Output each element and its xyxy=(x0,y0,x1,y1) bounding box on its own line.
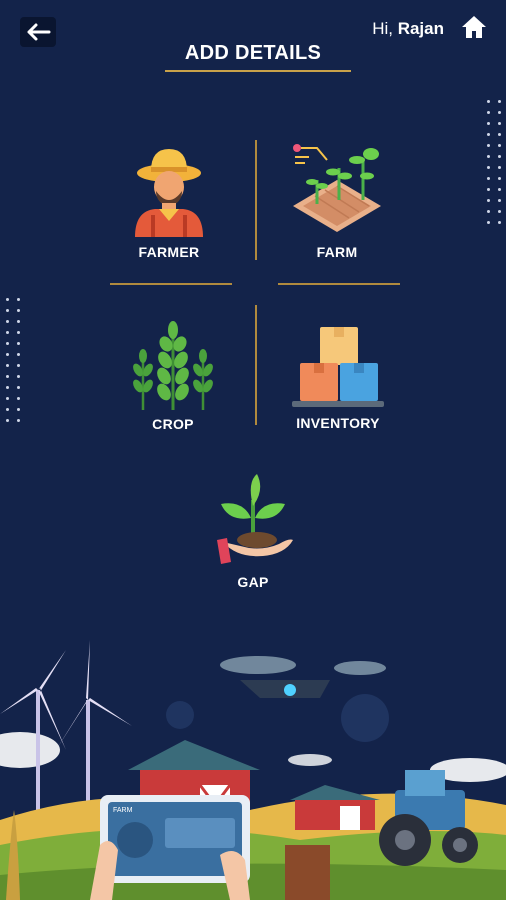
farm-illustration: FARM xyxy=(0,640,506,900)
greeting-text: Hi, xyxy=(372,19,393,38)
gap-tile[interactable]: GAP xyxy=(178,470,328,590)
inventory-tile[interactable]: INVENTORY xyxy=(263,325,413,431)
user-greeting: Hi, Rajan xyxy=(372,19,444,39)
user-name: Rajan xyxy=(397,19,444,38)
farm-label: FARM xyxy=(316,244,358,260)
divider-horizontal-right xyxy=(278,283,400,285)
barn-small xyxy=(290,785,380,830)
decorative-dots-left-2 xyxy=(17,298,20,430)
crop-wheat-icon xyxy=(133,321,213,410)
divider-vertical-top xyxy=(255,140,257,260)
crop-tile[interactable]: CROP xyxy=(98,320,248,432)
divider-vertical-bottom xyxy=(255,305,257,425)
divider-horizontal-left xyxy=(110,283,232,285)
farm-tile[interactable]: FARM xyxy=(262,140,412,260)
decorative-dots-left xyxy=(6,298,9,430)
inventory-label: INVENTORY xyxy=(296,415,380,431)
gap-label: GAP xyxy=(237,574,269,590)
home-icon[interactable] xyxy=(460,13,488,41)
plant-in-hand-icon xyxy=(217,474,293,564)
farmer-icon xyxy=(135,149,203,237)
decorative-dots-right xyxy=(487,100,490,232)
farm-plot-icon xyxy=(293,144,381,232)
page-title: ADD DETAILS xyxy=(184,42,322,64)
farmer-label: FARMER xyxy=(138,244,200,260)
drone xyxy=(220,656,386,698)
arrow-left-icon xyxy=(27,23,51,41)
title-underline xyxy=(165,70,351,72)
farmer-tile[interactable]: FARMER xyxy=(94,145,244,260)
decorative-dots-right-2 xyxy=(498,100,501,232)
tablet-label: FARM xyxy=(113,807,133,814)
crop-label: CROP xyxy=(152,416,194,432)
inventory-boxes-icon xyxy=(292,327,384,407)
